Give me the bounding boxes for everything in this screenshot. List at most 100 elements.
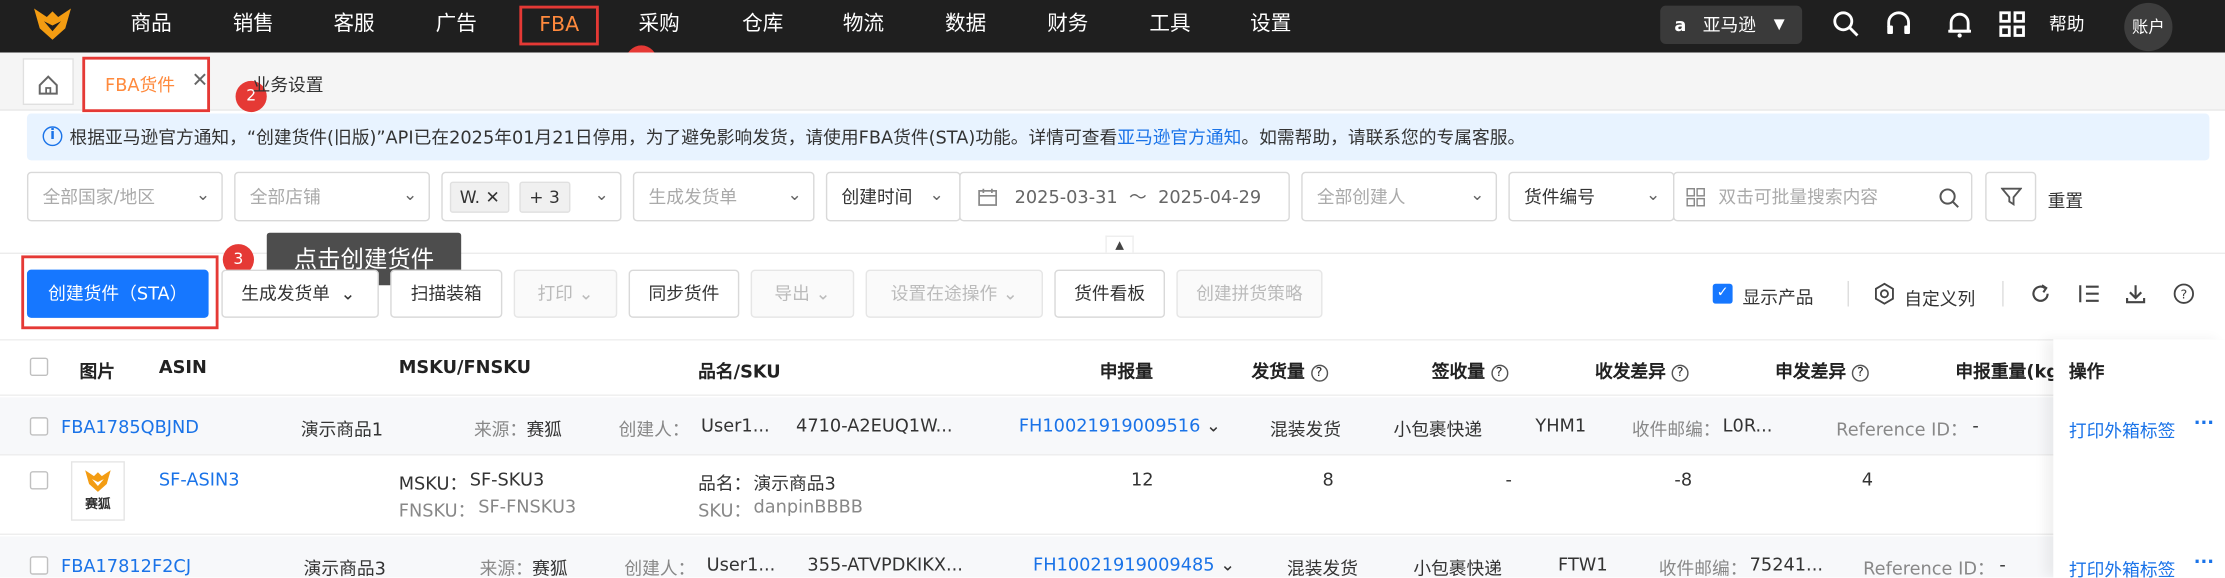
chevron-down-icon: ⌄ [815, 282, 831, 304]
sku-code: 4710-A2EUQ1W... [796, 414, 953, 436]
marketplace-select[interactable]: a 亚马逊 ▼ [1660, 5, 1803, 44]
gen-order-button[interactable]: 生成发货单 ⌄ [221, 269, 379, 318]
help-icon[interactable]: ? [1490, 364, 1508, 382]
home-icon [38, 74, 58, 94]
product-image: 赛狐 [70, 461, 125, 521]
fulfillment-center: FTW1 [1558, 553, 1608, 575]
chevron-down-icon[interactable]: ⌄ [1206, 414, 1221, 435]
filter-icon [1999, 187, 2022, 207]
transit-ops-button[interactable]: 设置在途操作 ⌄ [865, 269, 1043, 318]
nav-data[interactable]: 数据 [945, 0, 986, 53]
density-icon[interactable] [2077, 282, 2100, 305]
search-icon[interactable] [1831, 9, 1862, 40]
print-button[interactable]: 打印 ⌄ [513, 269, 618, 318]
search-input[interactable]: 双击可批量搜索内容 [1673, 171, 1973, 222]
reference-label: Reference ID： [1863, 557, 1995, 578]
help-icon[interactable]: ? [2172, 282, 2195, 305]
more-icon[interactable]: ··· [2194, 412, 2214, 433]
row-checkbox[interactable] [29, 471, 49, 490]
print-label-link[interactable]: 打印外箱标签 [2069, 555, 2175, 577]
order-no-link[interactable]: FH10021919009516 ⌄ [1019, 414, 1221, 435]
batch-grid-icon [1686, 188, 1705, 207]
tab-close-icon[interactable]: ✕ [192, 70, 209, 93]
col-ops: 操作 [2068, 360, 2105, 382]
print-label-link[interactable]: 打印外箱标签 [2069, 416, 2175, 443]
col-image: 图片 [79, 360, 115, 382]
collapse-filter-icon[interactable]: ▲ [1105, 235, 1134, 253]
fnsku-label: FNSKU： [398, 499, 476, 521]
parcel-type: 小包裹快递 [1393, 418, 1483, 440]
notice-link[interactable]: 亚马逊官方通知 [1117, 126, 1241, 147]
date-range-picker[interactable]: 2025-03-31 ～ 2025-04-29 [959, 171, 1290, 222]
account-avatar[interactable]: 账户 [2124, 2, 2173, 52]
asin-link[interactable]: SF-ASIN3 [159, 468, 240, 489]
tab-home[interactable] [22, 58, 74, 106]
order-no-value: FH10021919009485 [1033, 553, 1215, 575]
reset-button[interactable]: 重置 [2048, 186, 2083, 213]
nav-settings[interactable]: 设置 [1250, 0, 1291, 53]
nav-purchase[interactable]: 采购 [639, 0, 680, 53]
country-select[interactable]: 全部国家/地区 ⌄ [26, 171, 223, 222]
search-icon[interactable] [1938, 187, 1959, 208]
search-type-select[interactable]: 货件编号 ⌄ [1508, 171, 1675, 222]
bell-icon[interactable] [1944, 9, 1975, 40]
download-icon[interactable] [2124, 282, 2147, 305]
nav-finance[interactable]: 财务 [1047, 0, 1088, 53]
nav-logistics[interactable]: 物流 [843, 0, 884, 53]
nav-sales[interactable]: 销售 [233, 0, 274, 53]
row-checkbox[interactable] [29, 556, 49, 575]
order-no-link[interactable]: FH10021919009485 ⌄ [1033, 553, 1235, 574]
headset-icon[interactable] [1883, 9, 1914, 40]
custom-columns-button[interactable]: 自定义列 [1904, 284, 1975, 311]
status-tag[interactable]: W. ✕ [449, 181, 510, 213]
help-icon[interactable]: ? [1851, 364, 1869, 382]
help-icon[interactable]: ? [1671, 364, 1689, 382]
status-tag-label: W. [459, 187, 481, 208]
settings-icon[interactable] [1873, 282, 1896, 305]
scan-box-button[interactable]: 扫描装箱 [390, 269, 503, 318]
col-shipped: 发货量? [1252, 356, 1328, 383]
nav-products[interactable]: 商品 [131, 0, 172, 53]
help-link[interactable]: 帮助 [2049, 0, 2084, 53]
row-checkbox[interactable] [29, 417, 49, 436]
nav-service[interactable]: 客服 [333, 0, 374, 53]
creator-label: 创建人： [618, 418, 690, 440]
tag-close-icon[interactable]: ✕ [485, 187, 499, 207]
create-strategy-button[interactable]: 创建拼货策略 [1176, 269, 1323, 318]
shipment-id-link[interactable]: FBA17812F2CJ [61, 555, 191, 576]
nav-warehouse[interactable]: 仓库 [742, 0, 783, 53]
nav-ads[interactable]: 广告 [436, 0, 477, 53]
product-image-label: 赛狐 [85, 498, 111, 513]
creator-select[interactable]: 全部创建人 ⌄ [1301, 171, 1498, 222]
reference-label: Reference ID： [1836, 418, 1968, 440]
apps-icon[interactable] [1997, 9, 2028, 40]
shipment-id-link[interactable]: FBA1785QBJND [61, 416, 199, 437]
nav-tools[interactable]: 工具 [1149, 0, 1190, 53]
refresh-icon[interactable] [2029, 282, 2052, 305]
status-more-tag[interactable]: + 3 [519, 181, 570, 213]
nav-fba[interactable]: FBA [519, 5, 600, 46]
highlight-box [21, 255, 219, 330]
mix-type: 混装发货 [1287, 557, 1359, 578]
gen-order-select[interactable]: 生成发货单 ⌄ [632, 171, 815, 222]
reference-value: - [1972, 414, 1979, 436]
time-type-select[interactable]: 创建时间 ⌄ [825, 171, 961, 222]
logo-icon [85, 470, 111, 492]
help-icon[interactable]: ? [1310, 364, 1328, 382]
chevron-down-icon[interactable]: ⌄ [1220, 553, 1235, 574]
amazon-icon: a [1674, 14, 1687, 36]
select-all-checkbox[interactable] [29, 357, 49, 377]
divider [2002, 280, 2004, 307]
tab-business-settings[interactable]: 业务设置 [253, 70, 324, 97]
export-label: 导出 [774, 282, 810, 304]
filter-button[interactable] [1985, 171, 2037, 222]
export-button[interactable]: 导出 ⌄ [750, 269, 855, 318]
more-icon[interactable]: ··· [2194, 551, 2214, 572]
col-msku: MSKU/FNSKU [398, 356, 532, 378]
sync-shipment-button[interactable]: 同步货件 [628, 269, 740, 318]
store-select[interactable]: 全部店铺 ⌄ [234, 171, 430, 222]
shipment-board-button[interactable]: 货件看板 [1054, 269, 1165, 318]
show-product-checkbox[interactable]: ✓ [1712, 283, 1733, 304]
logo-icon[interactable] [31, 6, 74, 43]
shipment-name: 演示商品3 [303, 557, 386, 578]
